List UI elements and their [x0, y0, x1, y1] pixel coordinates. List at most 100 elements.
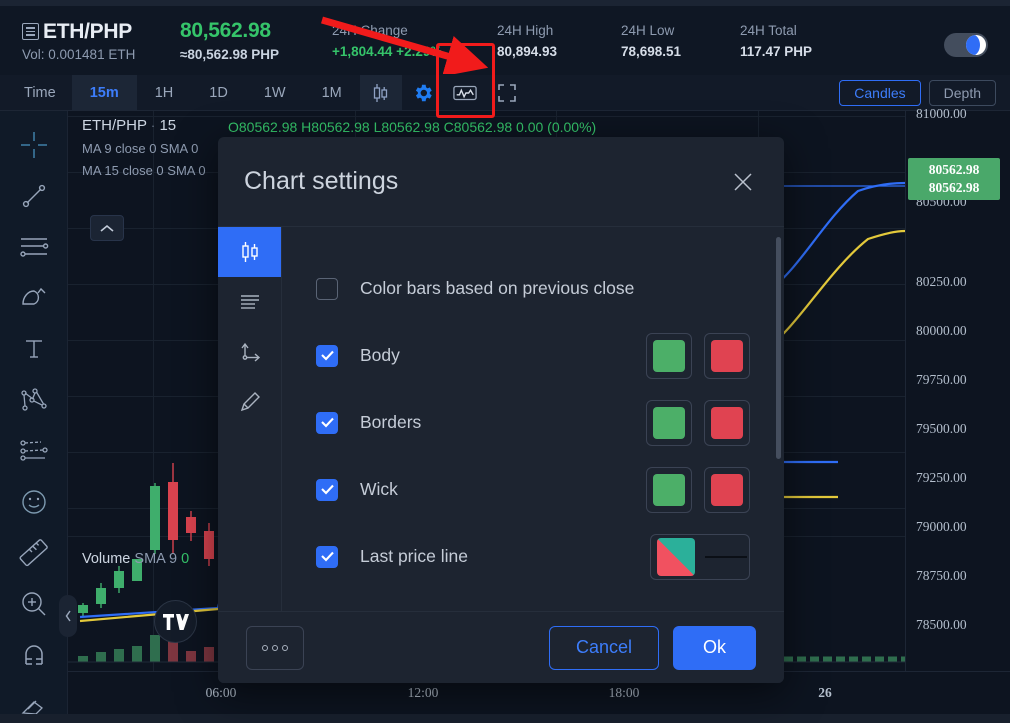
price-block: 80,562.98 ≈80,562.98 PHP	[180, 19, 310, 62]
swatch-group	[650, 533, 750, 580]
stat-value: 78,698.51	[621, 43, 682, 59]
volume-legend: Volume SMA 9 0	[82, 551, 189, 567]
volume-sma-label: SMA 9	[134, 551, 178, 567]
checkbox[interactable]	[316, 277, 338, 300]
option-body[interactable]: Body	[316, 322, 750, 389]
option-label: Color bars based on previous close	[360, 278, 635, 298]
options-scroll-area[interactable]: Color bars based on previous close Body	[282, 227, 784, 611]
swatch-down-color[interactable]	[704, 332, 750, 379]
close-icon[interactable]	[728, 167, 758, 197]
price-tick: 78750.00	[916, 568, 967, 583]
last-price-badge: 80562.98 80562.98	[908, 158, 1000, 200]
market-header: ETH/PHP Vol: 0.001481 ETH 80,562.98 ≈80,…	[0, 6, 1010, 75]
interval-1h[interactable]: 1H	[137, 75, 192, 110]
tab-status-line[interactable]	[218, 277, 281, 327]
tab-scales[interactable]	[218, 327, 281, 377]
chart-settings-dialog: Chart settings Color bars based on previ…	[218, 137, 784, 683]
crosshair-icon[interactable]	[16, 129, 52, 161]
checkbox[interactable]	[316, 411, 338, 434]
line-style-preview	[705, 555, 747, 558]
candles-icon[interactable]	[359, 75, 402, 110]
interval-15m[interactable]: 15m	[71, 75, 137, 110]
stat-value: 80,894.93	[497, 43, 558, 59]
dialog-options-pane: Color bars based on previous close Body	[282, 227, 784, 611]
swatch-down-color[interactable]	[704, 399, 750, 446]
interval-1d[interactable]: 1D	[191, 75, 246, 110]
stat-24h-high: 24H High 80,894.93	[497, 23, 599, 59]
options-scrollbar[interactable]	[776, 237, 781, 459]
option-last-price-line[interactable]: Last price line	[316, 523, 750, 590]
volume-value: 0	[181, 551, 190, 567]
brush-icon[interactable]	[16, 282, 52, 314]
interval-1m[interactable]: 1M	[304, 75, 360, 110]
option-color-bars-prev-close[interactable]: Color bars based on previous close	[316, 255, 750, 322]
checkbox[interactable]	[316, 344, 338, 367]
moon-icon	[966, 35, 986, 55]
horizontal-lines-icon[interactable]	[16, 231, 52, 263]
view-toggle-group: Candles Depth	[839, 75, 1010, 110]
swatch-group	[646, 399, 750, 446]
tab-appearance[interactable]	[218, 377, 281, 427]
list-icon	[22, 23, 39, 40]
stat-value: +1,804.44 +2.29%	[332, 43, 443, 59]
last-price-badge-line1: 80562.98	[928, 162, 980, 177]
price-tick: 79500.00	[916, 421, 967, 436]
pair-name[interactable]: ETH/PHP	[43, 20, 132, 44]
dot	[262, 644, 268, 651]
volume-label: Volume	[82, 551, 131, 567]
indicators-icon[interactable]	[444, 75, 486, 110]
checkbox[interactable]	[316, 478, 338, 501]
price-axis[interactable]: 81000.00 80750.00 80500.00 80250.00 8000…	[905, 106, 1010, 723]
ok-button[interactable]: Ok	[672, 625, 756, 670]
chart-toolbar: Time 15m 1H 1D 1W 1M Candles Depth	[0, 75, 1010, 111]
dialog-header: Chart settings	[218, 137, 784, 227]
tradingview-logo	[154, 600, 197, 643]
measure-icon[interactable]	[16, 537, 52, 569]
time-tick: 26	[818, 685, 832, 700]
option-borders[interactable]: Borders	[316, 389, 750, 456]
candles-view-button[interactable]: Candles	[839, 79, 921, 106]
price-tick: 78500.00	[916, 617, 967, 632]
swatch-up-color[interactable]	[646, 399, 692, 446]
option-label: Borders	[360, 412, 422, 432]
zoom-in-icon[interactable]	[16, 588, 52, 620]
swatch-down-color[interactable]	[704, 466, 750, 513]
emoji-icon[interactable]	[16, 486, 52, 518]
swatch-last-price-style[interactable]	[650, 533, 750, 580]
diagonal-color-swatch	[657, 537, 695, 576]
stat-label: 24H Low	[621, 22, 675, 38]
gann-fan-icon[interactable]	[16, 384, 52, 416]
price-tick: 79250.00	[916, 470, 967, 485]
fullscreen-icon[interactable]	[486, 75, 528, 110]
price-tick: 80000.00	[916, 323, 967, 338]
price-tick: 81000.00	[916, 106, 967, 121]
last-price: 80,562.98	[180, 19, 271, 42]
trading-chart-app: ETH/PHP Vol: 0.001481 ETH 80,562.98 ≈80,…	[0, 0, 1010, 723]
option-wick[interactable]: Wick	[316, 456, 750, 523]
tab-symbol[interactable]	[218, 227, 281, 277]
cancel-button[interactable]: Cancel	[548, 625, 659, 670]
swatch-up-color[interactable]	[646, 332, 692, 379]
patterns-icon[interactable]	[16, 435, 52, 467]
last-price-badge-line2: 80562.98	[928, 179, 980, 195]
depth-view-button[interactable]: Depth	[928, 79, 996, 106]
checkbox[interactable]	[316, 545, 338, 568]
pair-block: ETH/PHP Vol: 0.001481 ETH	[22, 20, 172, 62]
dark-mode-toggle[interactable]	[944, 33, 988, 57]
dot	[272, 644, 278, 651]
dialog-tab-rail	[218, 227, 282, 611]
dialog-body: Color bars based on previous close Body	[218, 227, 784, 611]
more-options-button[interactable]	[246, 625, 304, 670]
option-label: Wick	[360, 479, 398, 499]
stat-label: 24H Change	[332, 22, 408, 38]
interval-1w[interactable]: 1W	[246, 75, 304, 110]
magnet-icon[interactable]	[16, 639, 52, 671]
swatch-group	[646, 332, 750, 379]
stat-label: 24H Total	[740, 22, 797, 38]
trend-line-icon[interactable]	[16, 180, 52, 212]
gear-icon[interactable]	[402, 75, 444, 110]
chevron-left-icon[interactable]	[59, 595, 77, 637]
swatch-up-color[interactable]	[646, 466, 692, 513]
price-tick: 79750.00	[916, 372, 967, 387]
text-icon[interactable]	[16, 333, 52, 365]
